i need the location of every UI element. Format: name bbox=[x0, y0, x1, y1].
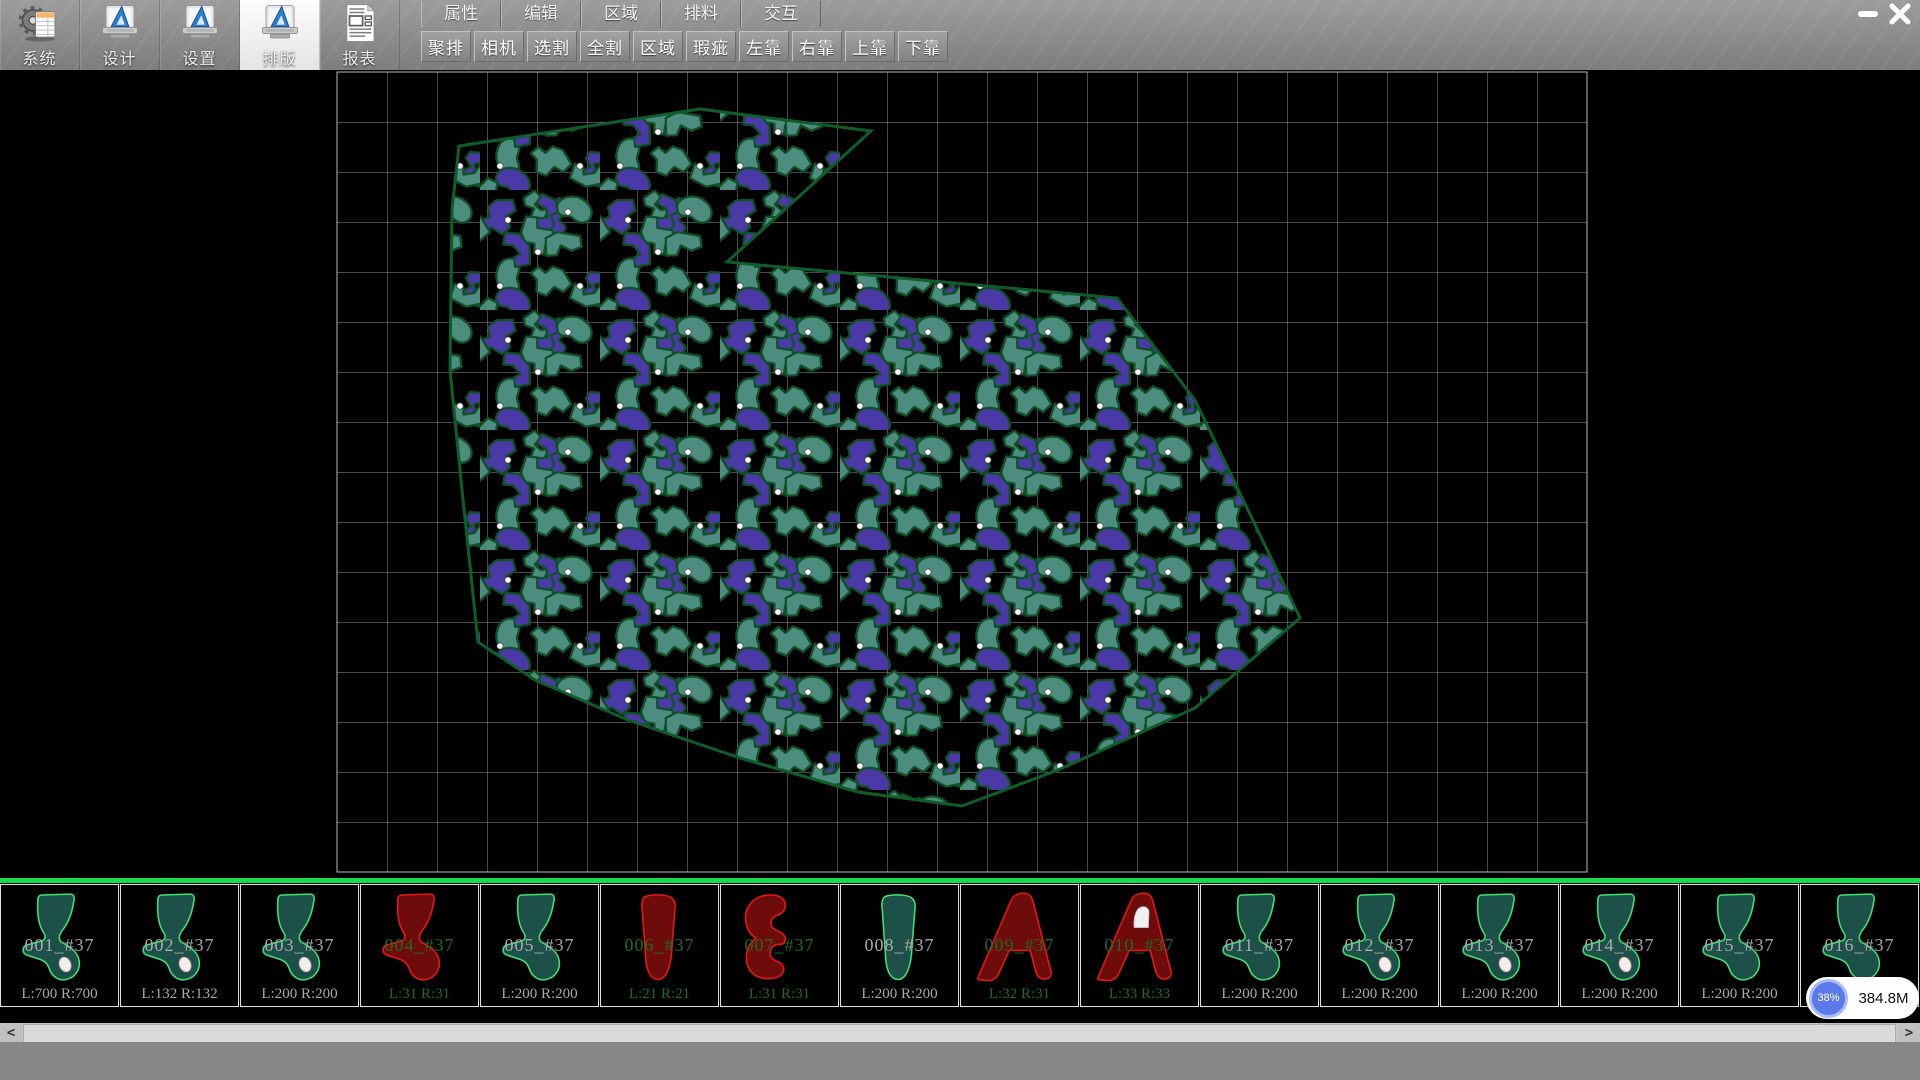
app-window: 系统 设计 设置 排版 报表 bbox=[0, 0, 1920, 1080]
menu-tab[interactable]: 区域 bbox=[581, 1, 661, 27]
menu-tab-label: 排料 bbox=[684, 4, 718, 23]
app-mode-label: 报表 bbox=[342, 45, 376, 69]
menu-tab-label: 属性 bbox=[444, 4, 478, 23]
menu-tab-label: 交互 bbox=[764, 4, 798, 23]
piece-shape bbox=[495, 889, 583, 989]
app-mode-label: 设置 bbox=[182, 45, 216, 69]
app-mode-icon bbox=[259, 3, 301, 43]
tool-button-label: 右靠 bbox=[799, 34, 835, 59]
piece-shape bbox=[1695, 889, 1783, 989]
app-mode-icon bbox=[99, 3, 141, 43]
tool-button-label: 聚排 bbox=[428, 34, 464, 59]
piece-shape bbox=[615, 889, 703, 989]
menu-tab[interactable]: 交互 bbox=[741, 1, 821, 27]
piece-thumbnail-strip: 001_#37 L:700 R:700 002_#37 L:132 R:132 … bbox=[0, 883, 1920, 1008]
piece-thumbnail-cell[interactable]: 008_#37 L:200 R:200 bbox=[840, 884, 959, 1007]
tool-button[interactable]: 区域 bbox=[633, 31, 683, 62]
tool-button-label: 选割 bbox=[534, 34, 570, 59]
tool-button-label: 上靠 bbox=[852, 34, 888, 59]
app-mode-button[interactable]: 设计 bbox=[80, 0, 160, 70]
app-mode-buttons: 系统 设计 设置 排版 报表 bbox=[0, 0, 400, 70]
tool-button-label: 相机 bbox=[481, 34, 517, 59]
piece-shape bbox=[1455, 889, 1543, 989]
minimize-button[interactable] bbox=[1852, 2, 1884, 26]
piece-thumbnail-cell[interactable]: 010_#37 L:33 R:33 bbox=[1080, 884, 1199, 1007]
app-mode-button[interactable]: 报表 bbox=[320, 0, 400, 70]
tool-button[interactable]: 相机 bbox=[474, 31, 524, 62]
app-mode-icon bbox=[179, 3, 221, 43]
minimize-icon bbox=[1856, 4, 1880, 24]
close-button[interactable] bbox=[1884, 2, 1916, 26]
tool-button-label: 区域 bbox=[640, 34, 676, 59]
tool-button-label: 左靠 bbox=[746, 34, 782, 59]
piece-thumbnail-cell[interactable]: 009_#37 L:32 R:31 bbox=[960, 884, 1079, 1007]
piece-thumbnail-cell[interactable]: 011_#37 L:200 R:200 bbox=[1200, 884, 1319, 1007]
menu-tab[interactable]: 排料 bbox=[661, 1, 741, 27]
tool-button[interactable]: 瑕疵 bbox=[686, 31, 736, 62]
tool-button-label: 瑕疵 bbox=[693, 34, 729, 59]
piece-thumbnail-cell[interactable]: 005_#37 L:200 R:200 bbox=[480, 884, 599, 1007]
tool-button[interactable]: 左靠 bbox=[739, 31, 789, 62]
app-mode-icon bbox=[19, 3, 61, 43]
app-mode-button[interactable]: 系统 bbox=[0, 0, 80, 70]
tool-button[interactable]: 右靠 bbox=[792, 31, 842, 62]
scroll-left-button[interactable]: < bbox=[0, 1023, 22, 1042]
tool-button[interactable]: 下靠 bbox=[898, 31, 948, 62]
piece-thumbnail-cell[interactable]: 003_#37 L:200 R:200 bbox=[240, 884, 359, 1007]
piece-thumbnail-cell[interactable]: 007_#37 L:31 R:31 bbox=[720, 884, 839, 1007]
progress-badge[interactable]: 38% 384.8M bbox=[1806, 977, 1919, 1019]
piece-shape bbox=[15, 889, 103, 989]
app-mode-icon bbox=[339, 3, 381, 43]
app-mode-button[interactable]: 设置 bbox=[160, 0, 240, 70]
piece-thumbnail-cell[interactable]: 014_#37 L:200 R:200 bbox=[1560, 884, 1679, 1007]
tool-button[interactable]: 选割 bbox=[527, 31, 577, 62]
nesting-canvas[interactable] bbox=[0, 70, 1920, 878]
menu-tab-label: 编辑 bbox=[524, 4, 558, 23]
menu-tab[interactable]: 属性 bbox=[421, 1, 501, 27]
window-controls bbox=[1852, 2, 1916, 26]
tool-button[interactable]: 全割 bbox=[580, 31, 630, 62]
piece-shape bbox=[255, 889, 343, 989]
piece-shape bbox=[855, 889, 943, 989]
piece-shape bbox=[1095, 889, 1183, 989]
tool-button-label: 全割 bbox=[587, 34, 623, 59]
horizontal-scrollbar: < > bbox=[0, 1023, 1920, 1042]
close-icon bbox=[1888, 3, 1912, 25]
piece-shape bbox=[1335, 889, 1423, 989]
piece-shape bbox=[1575, 889, 1663, 989]
app-mode-label: 系统 bbox=[22, 45, 56, 69]
status-bar bbox=[0, 1042, 1920, 1080]
scroll-right-button[interactable]: > bbox=[1898, 1023, 1920, 1042]
app-mode-label: 排版 bbox=[262, 45, 296, 69]
ribbon-bar: 系统 设计 设置 排版 报表 bbox=[0, 0, 1920, 70]
piece-shape bbox=[975, 889, 1063, 989]
progress-percent: 38% bbox=[1809, 979, 1848, 1018]
tool-button[interactable]: 聚排 bbox=[421, 31, 471, 62]
app-mode-label: 设计 bbox=[102, 45, 136, 69]
piece-thumbnail-cell[interactable]: 004_#37 L:31 R:31 bbox=[360, 884, 479, 1007]
menu-tabs: 属性 编辑 区域 排料 交互 bbox=[421, 1, 821, 28]
piece-thumbnail-cell[interactable]: 001_#37 L:700 R:700 bbox=[0, 884, 119, 1007]
nest-layout-svg bbox=[0, 70, 1920, 878]
scrollbar-thumb[interactable] bbox=[23, 1024, 1896, 1043]
piece-shape bbox=[1215, 889, 1303, 989]
piece-thumbnail-cell[interactable]: 002_#37 L:132 R:132 bbox=[120, 884, 239, 1007]
piece-shape bbox=[735, 889, 823, 989]
tool-button[interactable]: 上靠 bbox=[845, 31, 895, 62]
piece-shape bbox=[1815, 889, 1903, 989]
tool-button-label: 下靠 bbox=[905, 34, 941, 59]
progress-size: 384.8M bbox=[1848, 990, 1919, 1007]
piece-thumbnail-cell[interactable]: 006_#37 L:21 R:21 bbox=[600, 884, 719, 1007]
piece-thumbnail-cell[interactable]: 012_#37 L:200 R:200 bbox=[1320, 884, 1439, 1007]
menu-tab[interactable]: 编辑 bbox=[501, 1, 581, 27]
piece-shape bbox=[375, 889, 463, 989]
menu-tab-label: 区域 bbox=[604, 4, 638, 23]
piece-thumbnail-cell[interactable]: 013_#37 L:200 R:200 bbox=[1440, 884, 1559, 1007]
piece-thumbnail-cell[interactable]: 015_#37 L:200 R:200 bbox=[1680, 884, 1799, 1007]
app-mode-button[interactable]: 排版 bbox=[240, 0, 320, 70]
piece-shape bbox=[135, 889, 223, 989]
tool-buttons: 聚排 相机 选割 全割 区域 瑕疵 bbox=[421, 31, 951, 62]
